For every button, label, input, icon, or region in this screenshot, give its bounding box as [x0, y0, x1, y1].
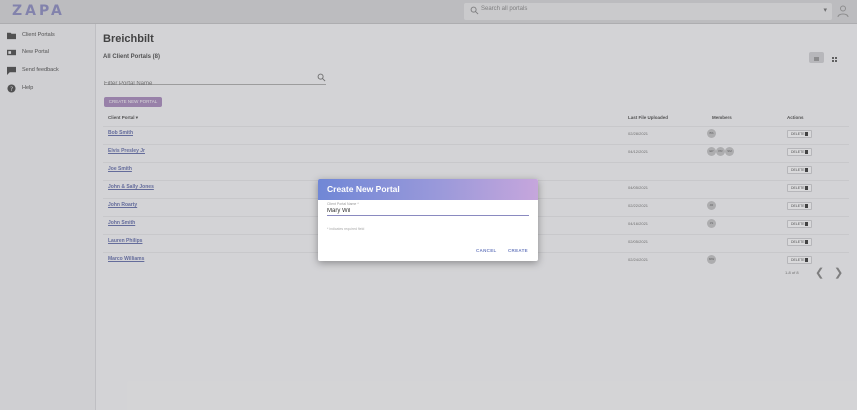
create-portal-dialog: Create New Portal Client Portal Name * *…: [318, 179, 538, 261]
cancel-button[interactable]: CANCEL: [476, 248, 497, 253]
dialog-title: Create New Portal: [318, 179, 538, 200]
required-field-helper: * indicates required field: [327, 227, 365, 231]
client-portal-name-label: Client Portal Name *: [327, 202, 359, 206]
client-portal-name-input[interactable]: [327, 207, 529, 216]
create-button[interactable]: CREATE: [508, 248, 528, 253]
